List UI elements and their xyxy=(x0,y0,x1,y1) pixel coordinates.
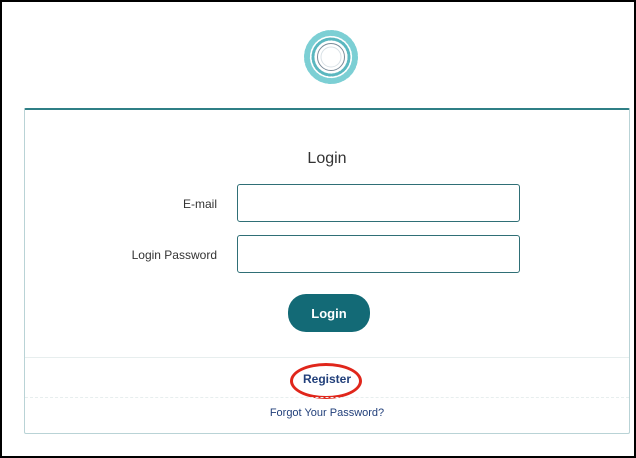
login-page: Login E-mail Login Password Login Regist… xyxy=(2,2,634,456)
forgot-password-link[interactable]: Forgot Your Password? xyxy=(25,407,629,419)
email-field[interactable] xyxy=(237,184,520,222)
page-edge xyxy=(2,2,11,456)
register-link[interactable]: Register xyxy=(25,372,629,386)
login-password-label: Login Password xyxy=(131,248,217,262)
divider xyxy=(25,357,629,358)
login-card: Login E-mail Login Password Login Regist… xyxy=(24,108,630,434)
circular-logo-icon xyxy=(304,30,358,84)
login-password-field[interactable] xyxy=(237,235,520,273)
email-label: E-mail xyxy=(182,197,217,211)
login-title: Login xyxy=(307,150,347,167)
login-button[interactable]: Login xyxy=(288,294,370,332)
divider xyxy=(25,397,629,398)
